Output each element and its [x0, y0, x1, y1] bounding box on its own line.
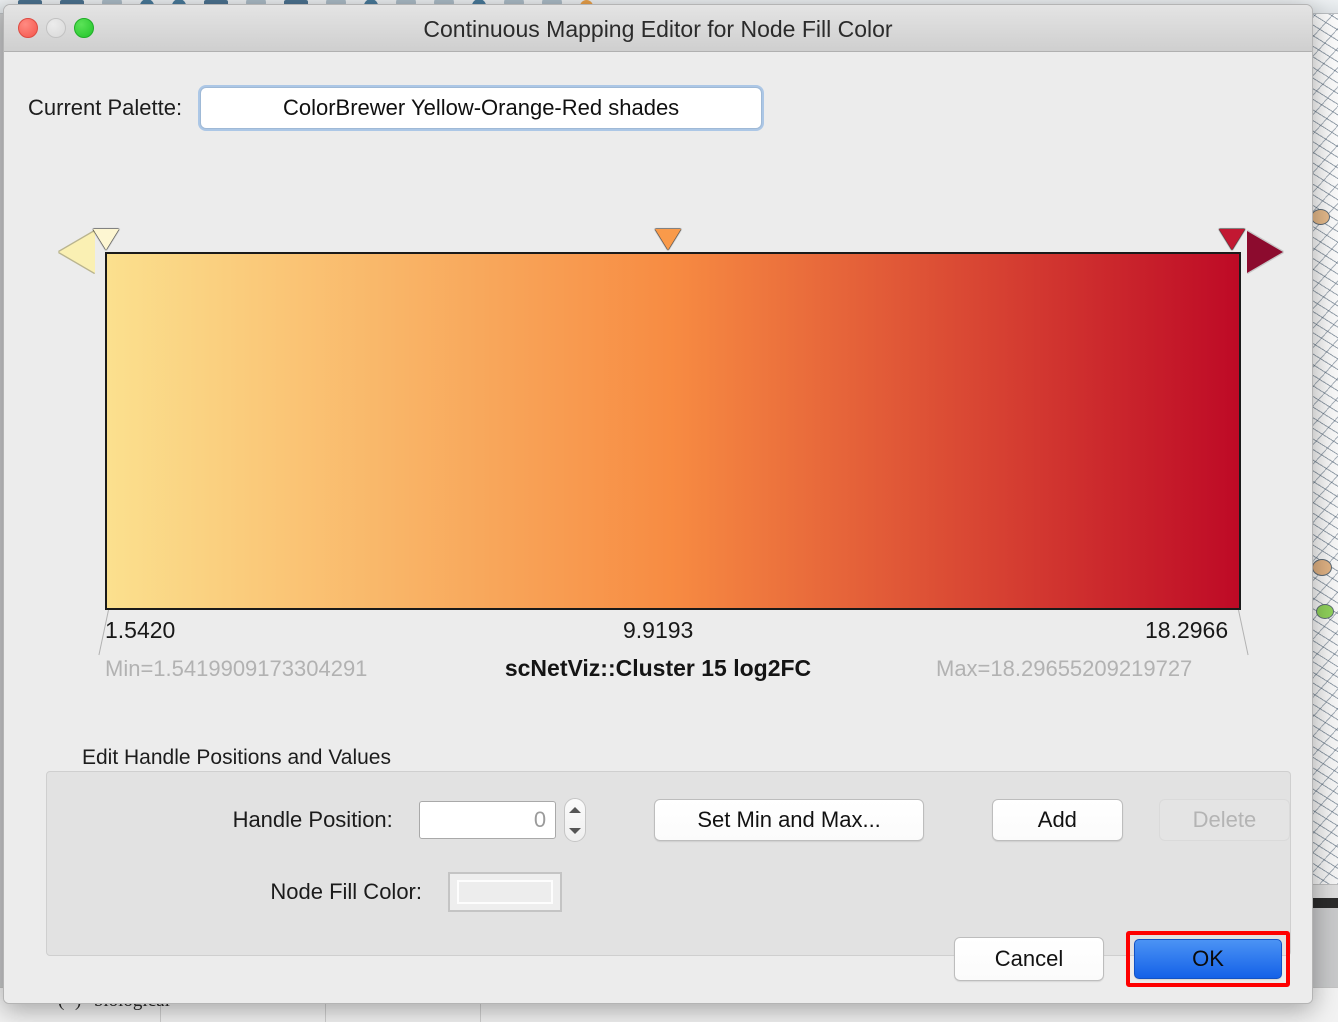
above-range-color-arrow[interactable]: [1247, 231, 1283, 273]
cancel-button[interactable]: Cancel: [954, 937, 1104, 981]
node-fill-color-preview: [457, 880, 553, 904]
ok-button[interactable]: OK: [1134, 939, 1282, 979]
edit-handle-panel: Handle Position: 0 Set Min and Max... Ad…: [46, 771, 1291, 956]
palette-selector[interactable]: ColorBrewer Yellow-Orange-Red shades: [200, 87, 762, 129]
dialog-title: Continuous Mapping Editor for Node Fill …: [4, 16, 1312, 43]
handle-position-stepper[interactable]: [564, 798, 586, 842]
gradient-stop-value-mid: 9.9193: [623, 617, 693, 644]
max-value-label: Max=18.29655209219727: [936, 656, 1192, 682]
min-value-label: Min=1.5419909173304291: [105, 656, 367, 682]
stepper-down-icon: [569, 828, 581, 834]
gradient-stop-value-min: 1.5420: [105, 617, 175, 644]
stepper-up-icon: [569, 807, 581, 813]
color-gradient-strip[interactable]: [105, 252, 1241, 610]
max-tick-line: [1238, 610, 1249, 655]
palette-selector-value: ColorBrewer Yellow-Orange-Red shades: [283, 95, 679, 121]
dialog-titlebar[interactable]: Continuous Mapping Editor for Node Fill …: [4, 5, 1312, 52]
handle-position-row: Handle Position: 0 Set Min and Max... Ad…: [47, 798, 1290, 842]
handle-position-label: Handle Position:: [47, 807, 393, 833]
gradient-handle-1[interactable]: [655, 229, 681, 250]
current-palette-label: Current Palette:: [28, 95, 182, 121]
current-palette-row: Current Palette: ColorBrewer Yellow-Oran…: [28, 87, 762, 129]
handle-position-value: 0: [534, 807, 546, 833]
gradient-handle-2[interactable]: [1219, 229, 1245, 250]
delete-button: Delete: [1159, 799, 1290, 841]
below-range-color-arrow[interactable]: [59, 231, 95, 273]
edit-handle-panel-legend: Edit Handle Positions and Values: [82, 746, 391, 770]
gradient-handle-0[interactable]: [93, 229, 119, 250]
add-button[interactable]: Add: [992, 799, 1123, 841]
network-node: [1312, 559, 1332, 576]
ok-button-highlight: OK: [1126, 931, 1290, 987]
network-node: [1311, 209, 1330, 225]
handle-position-input[interactable]: 0: [419, 801, 556, 839]
network-node: [1316, 604, 1334, 619]
node-fill-color-label: Node Fill Color:: [47, 879, 422, 905]
gradient-editor: 1.5420 9.9193 18.2966 scNetViz::Cluster …: [4, 212, 1312, 712]
dialog-body: Current Palette: ColorBrewer Yellow-Oran…: [4, 52, 1312, 1004]
gradient-stop-value-max: 18.2966: [1145, 617, 1228, 644]
node-fill-color-swatch[interactable]: [448, 872, 562, 912]
set-min-and-max-button[interactable]: Set Min and Max...: [654, 799, 923, 841]
continuous-mapping-editor-dialog: Continuous Mapping Editor for Node Fill …: [3, 4, 1313, 1004]
node-fill-color-row: Node Fill Color:: [47, 872, 562, 912]
dialog-footer: Cancel OK: [954, 931, 1290, 987]
